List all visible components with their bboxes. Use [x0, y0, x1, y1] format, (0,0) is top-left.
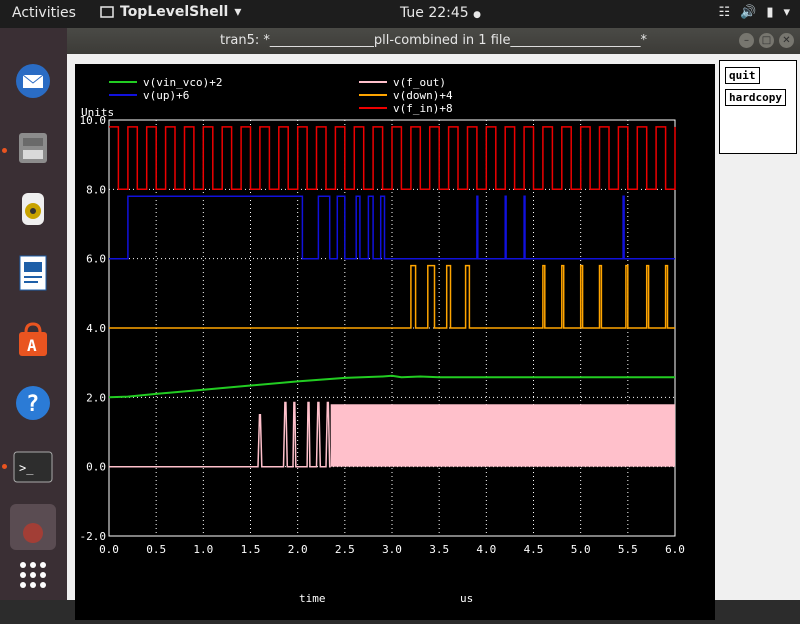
maximize-button[interactable]: □ [759, 33, 774, 48]
plot-area[interactable]: 0.0 0.5 1.0 1.5 2.0 2.5 3.0 3.5 4.0 4.5 5.0 5.5 6.0 -… [75, 64, 715, 620]
terminal-icon[interactable]: >_ [10, 444, 56, 490]
x-tick-label: 5.5 [618, 543, 638, 556]
hardcopy-button[interactable]: hardcopy [725, 89, 786, 106]
plot-window: tran5: *________________pll-combined in … [67, 28, 800, 620]
y-axis-label: Units [81, 106, 114, 119]
show-apps-icon[interactable] [10, 552, 56, 598]
x-tick-label: 3.0 [382, 543, 402, 556]
series-up [109, 195, 675, 260]
series-f-out-dense [330, 404, 675, 467]
waveform-chart: 0.0 0.5 1.0 1.5 2.0 2.5 3.0 3.5 4.0 4.5 5.0 5.5 6.0 -… [80, 76, 685, 605]
x-tick-label: 6.0 [665, 543, 685, 556]
help-icon[interactable]: ? [10, 380, 56, 426]
x-tick-label: 5.0 [571, 543, 591, 556]
x-tick-label: 2.5 [335, 543, 355, 556]
svg-text:>_: >_ [19, 461, 34, 475]
legend-label: v(up)+6 [143, 89, 189, 102]
x-axis-label: time [299, 592, 326, 605]
top-bar: Activities TopLevelShell ▾ Tue 22:45 ● ☷… [0, 0, 800, 28]
clock-text: Tue 22:45 [400, 5, 469, 21]
clock[interactable]: Tue 22:45 ● [400, 5, 481, 21]
volume-icon: 🔊 [740, 5, 757, 20]
y-tick-label: 8.0 [86, 183, 106, 196]
chevron-down-icon: ▾ [783, 5, 790, 20]
svg-text:A: A [27, 336, 37, 355]
app-menu[interactable]: TopLevelShell ▾ [100, 4, 241, 20]
legend-label: v(f_out) [393, 76, 446, 89]
libreoffice-writer-icon[interactable] [10, 250, 56, 296]
chevron-down-icon: ▾ [234, 4, 242, 20]
x-tick-label: 0.0 [99, 543, 119, 556]
x-tick-label: 3.5 [429, 543, 449, 556]
series-vin-vco [108, 374, 675, 399]
quit-button[interactable]: quit [725, 67, 760, 84]
close-button[interactable]: ✕ [779, 33, 794, 48]
running-indicator [2, 464, 7, 469]
window-titlebar[interactable]: tran5: *________________pll-combined in … [67, 28, 800, 54]
network-icon: ☷ [718, 5, 731, 20]
legend-label: v(vin_vco)+2 [143, 76, 222, 89]
app-window-icon [100, 6, 114, 18]
x-tick-label: 2.0 [288, 543, 308, 556]
dock: A ? >_ [0, 28, 67, 600]
x-tick-label: 0.5 [146, 543, 166, 556]
rhythmbox-icon[interactable] [10, 186, 56, 232]
software-center-icon[interactable]: A [10, 317, 56, 363]
window-title: tran5: *________________pll-combined in … [219, 33, 648, 48]
series-f-in [109, 126, 676, 191]
control-panel: quit hardcopy [719, 60, 797, 154]
y-tick-label: 2.0 [86, 391, 106, 404]
x-tick-label: 4.0 [476, 543, 496, 556]
x-axis-unit: us [460, 592, 473, 605]
y-tick-label: 4.0 [86, 322, 106, 335]
system-tray[interactable]: ☷ 🔊 ▮ ▾ [718, 5, 790, 20]
battery-icon: ▮ [766, 5, 774, 20]
files-icon[interactable] [10, 124, 56, 170]
legend-label: v(down)+4 [393, 89, 453, 102]
minimize-button[interactable]: – [739, 33, 754, 48]
y-tick-label: -2.0 [80, 530, 107, 543]
x-tick-label: 1.5 [241, 543, 261, 556]
y-tick-label: 0.0 [86, 461, 106, 474]
app-icon[interactable] [10, 504, 56, 550]
running-indicator [2, 148, 7, 153]
app-name: TopLevelShell [120, 4, 229, 20]
y-tick-label: 6.0 [86, 253, 106, 266]
x-tick-label: 1.0 [193, 543, 213, 556]
thunderbird-icon[interactable] [10, 58, 56, 104]
x-tick-label: 4.5 [524, 543, 544, 556]
legend-label: v(f_in)+8 [393, 102, 453, 115]
activities-button[interactable]: Activities [12, 5, 76, 21]
svg-text:?: ? [26, 392, 39, 417]
